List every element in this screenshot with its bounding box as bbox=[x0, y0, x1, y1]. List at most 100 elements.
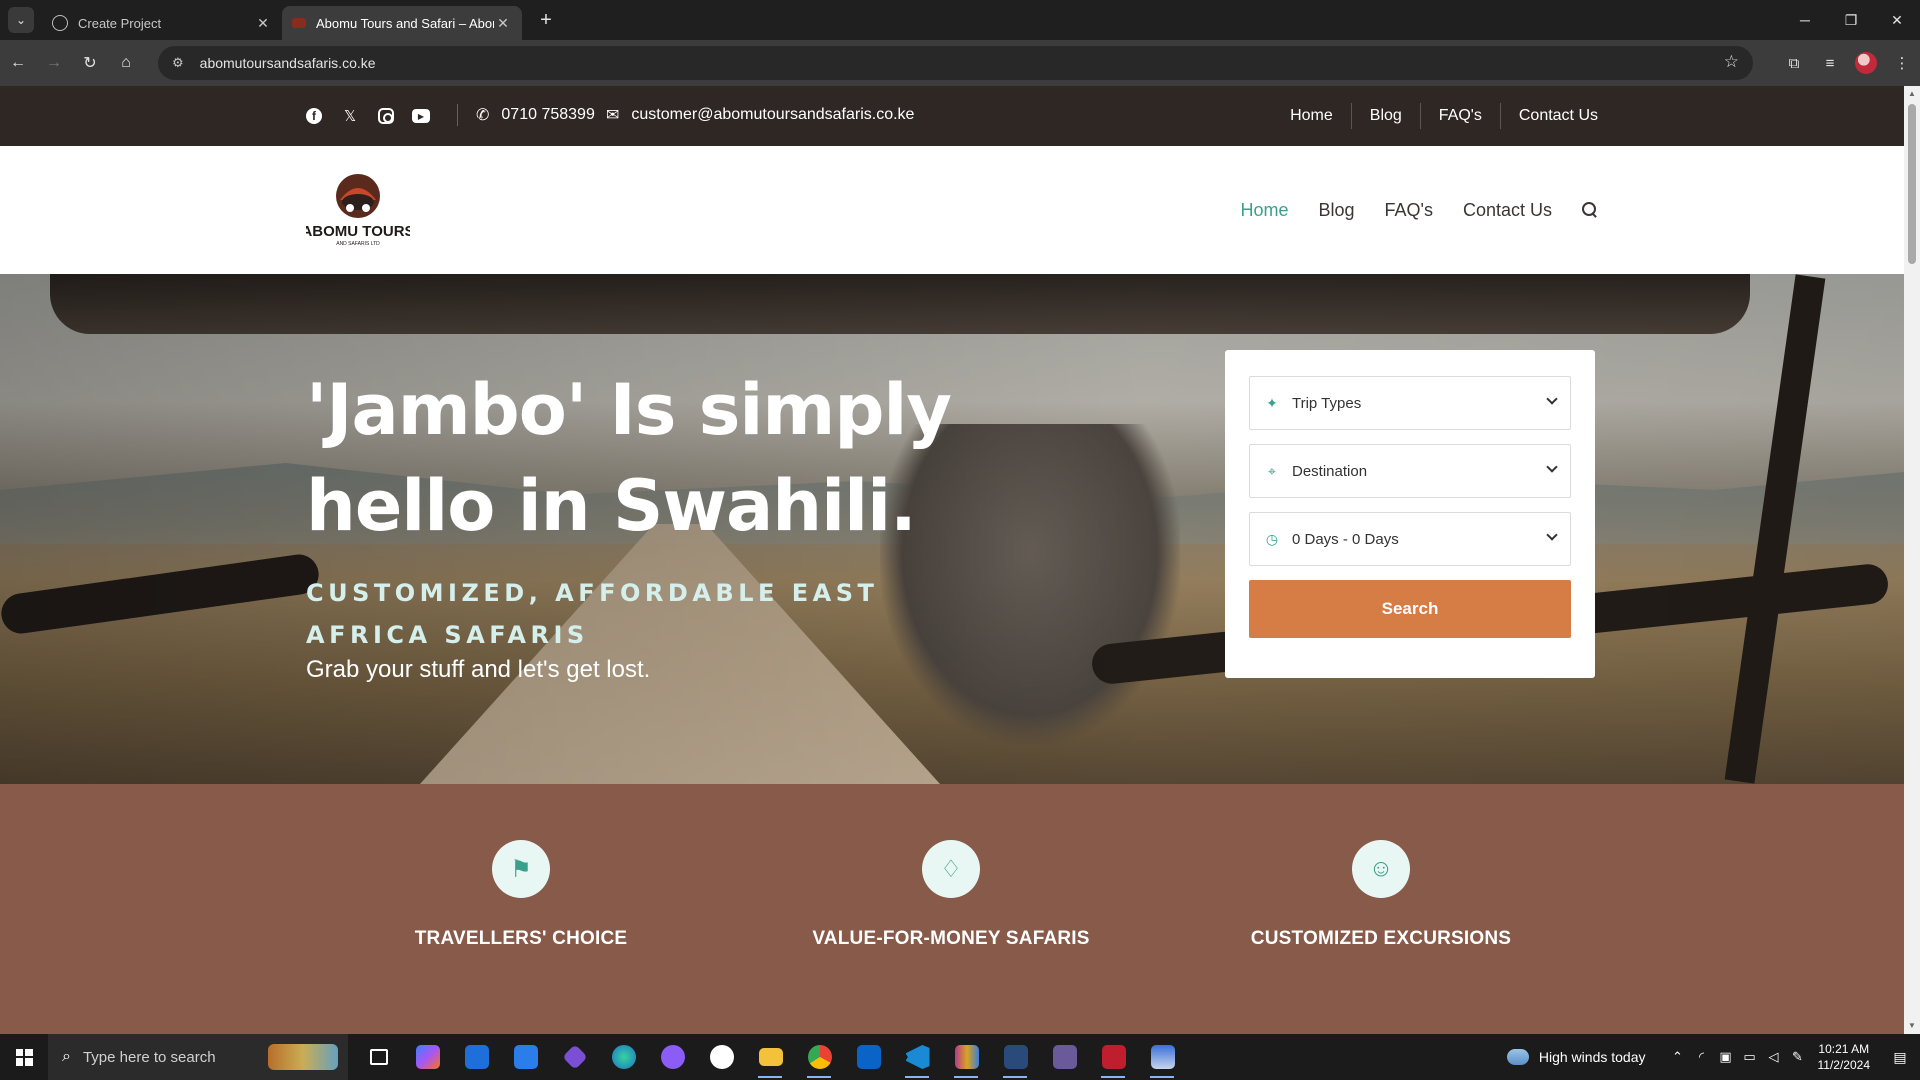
visual-studio-icon[interactable] bbox=[550, 1034, 599, 1080]
phone-contact[interactable]: ✆ 0710 758399 bbox=[476, 105, 595, 125]
chevron-up-icon[interactable]: ⌃ bbox=[1667, 1049, 1689, 1065]
mail-app-icon[interactable] bbox=[452, 1034, 501, 1080]
volume-icon[interactable]: ◁ bbox=[1763, 1049, 1785, 1065]
filezilla-icon[interactable] bbox=[1089, 1034, 1138, 1080]
tab-create-project[interactable]: Create Project ✕ bbox=[42, 6, 282, 40]
page-scrollbar[interactable]: ▲ ▼ bbox=[1904, 86, 1920, 1034]
battery-icon[interactable]: ▭ bbox=[1739, 1049, 1761, 1065]
location-pin-icon: ⌖ bbox=[1268, 462, 1276, 479]
copilot-icon[interactable] bbox=[403, 1034, 452, 1080]
tab-search-button[interactable]: ⌄ bbox=[8, 7, 34, 33]
network-icon[interactable]: ◜ bbox=[1691, 1049, 1713, 1065]
edge-icon[interactable] bbox=[599, 1034, 648, 1080]
site-info-icon[interactable]: ⚙ bbox=[172, 55, 184, 71]
top-nav-faqs[interactable]: FAQ's bbox=[1419, 103, 1500, 129]
address-bar[interactable]: ⚙ abomutoursandsafaris.co.ke ☆ bbox=[158, 46, 1753, 80]
weather-text: High winds today bbox=[1538, 1049, 1646, 1065]
top-nav-home[interactable]: Home bbox=[1272, 103, 1351, 129]
store-icon[interactable] bbox=[501, 1034, 550, 1080]
clock-icon: ◷ bbox=[1265, 530, 1279, 547]
forward-button[interactable]: → bbox=[36, 45, 72, 81]
abomu-logo[interactable]: ABOMU TOURS AND SAFARIS LTD bbox=[306, 170, 410, 250]
notifications-icon[interactable]: ▤ bbox=[1880, 1034, 1920, 1080]
media-controls-icon[interactable]: ≡ bbox=[1812, 45, 1848, 81]
file-explorer-icon[interactable] bbox=[746, 1034, 795, 1080]
nav-contact[interactable]: Contact Us bbox=[1463, 200, 1552, 221]
duration-value: 0 Days - 0 Days bbox=[1292, 530, 1399, 548]
toolbar-actions: ⧉ ≡ ⋮ bbox=[1776, 40, 1920, 86]
start-button[interactable] bbox=[0, 1034, 48, 1080]
clock-time: 10:21 AM bbox=[1818, 1042, 1870, 1056]
phone-number: 0710 758399 bbox=[501, 106, 595, 123]
reload-button[interactable]: ↻ bbox=[72, 45, 108, 81]
tab-title: Abomu Tours and Safari – Abomu bbox=[316, 15, 494, 31]
duration-select[interactable]: ◷ 0 Days - 0 Days bbox=[1249, 512, 1571, 566]
nav-faqs[interactable]: FAQ's bbox=[1385, 200, 1433, 221]
hero-subtitle: CUSTOMIZED, AFFORDABLE EAST AFRICA SAFAR… bbox=[306, 579, 879, 649]
email-address: customer@abomutoursandsafaris.co.ke bbox=[631, 106, 915, 123]
feature-travellers-choice: ⚑ TRAVELLERS' CHOICE bbox=[341, 840, 701, 950]
top-nav: Home Blog FAQ's Contact Us bbox=[1272, 86, 1598, 146]
taskbar-search[interactable]: ⌕ Type here to search bbox=[48, 1034, 348, 1080]
minimize-button[interactable]: ─ bbox=[1782, 0, 1828, 40]
back-button[interactable]: ← bbox=[0, 45, 36, 81]
home-button[interactable]: ⌂ bbox=[108, 45, 144, 81]
restore-button[interactable]: ❐ bbox=[1828, 0, 1874, 40]
balloon-icon: ♢ bbox=[922, 840, 980, 898]
social-links: f 𝕏 ▶ bbox=[306, 106, 430, 126]
x-twitter-icon[interactable]: 𝕏 bbox=[340, 106, 360, 126]
system-tray: High winds today ⌃ ◜ ▣ ▭ ◁ ✎ 10:21 AM 11… bbox=[1506, 1034, 1920, 1080]
email-contact[interactable]: ✉ customer@abomutoursandsafaris.co.ke bbox=[606, 105, 914, 125]
tab-title: Create Project bbox=[78, 15, 162, 31]
menu-icon[interactable]: ⋮ bbox=[1884, 45, 1920, 81]
scroll-up-arrow-icon[interactable]: ▲ bbox=[1904, 86, 1920, 102]
extensions-icon[interactable]: ⧉ bbox=[1776, 45, 1812, 81]
main-header: ABOMU TOURS AND SAFARIS LTD Home Blog FA… bbox=[0, 146, 1904, 274]
outlook-icon[interactable] bbox=[844, 1034, 893, 1080]
top-nav-contact[interactable]: Contact Us bbox=[1499, 103, 1598, 129]
close-icon[interactable]: ✕ bbox=[254, 15, 272, 32]
youtube-icon[interactable]: ▶ bbox=[412, 109, 430, 123]
new-tab-button[interactable]: + bbox=[532, 6, 560, 34]
top-nav-blog[interactable]: Blog bbox=[1350, 103, 1420, 129]
remote-desktop-icon[interactable] bbox=[1138, 1034, 1187, 1080]
winrar-icon[interactable] bbox=[942, 1034, 991, 1080]
hero-section: 'Jambo' Is simply hello in Swahili. CUST… bbox=[0, 274, 1904, 784]
close-window-button[interactable]: ✕ bbox=[1874, 0, 1920, 40]
sql-server-icon[interactable] bbox=[991, 1034, 1040, 1080]
profile-avatar[interactable] bbox=[1848, 45, 1884, 81]
window-controls: ─ ❐ ✕ bbox=[1782, 0, 1920, 40]
hero-title: 'Jambo' Is simply hello in Swahili. bbox=[306, 369, 952, 547]
search-button[interactable]: Search bbox=[1249, 580, 1571, 638]
nav-blog[interactable]: Blog bbox=[1318, 200, 1354, 221]
n-app-icon[interactable] bbox=[697, 1034, 746, 1080]
bookmark-star-icon[interactable]: ☆ bbox=[1724, 52, 1739, 72]
pen-icon[interactable]: ✎ bbox=[1787, 1049, 1809, 1065]
weather-widget[interactable]: High winds today bbox=[1506, 1049, 1646, 1065]
nav-home[interactable]: Home bbox=[1240, 200, 1288, 221]
scroll-down-arrow-icon[interactable]: ▼ bbox=[1904, 1018, 1920, 1034]
search-icon[interactable] bbox=[1582, 202, 1598, 218]
sheep-app-icon[interactable] bbox=[1040, 1034, 1089, 1080]
chrome-icon[interactable] bbox=[795, 1034, 844, 1080]
trip-types-select[interactable]: ✦ Trip Types bbox=[1249, 376, 1571, 430]
trip-types-value: Trip Types bbox=[1292, 394, 1362, 412]
browser-toolbar: ← → ↻ ⌂ ⚙ abomutoursandsafaris.co.ke ☆ ⧉… bbox=[0, 40, 1920, 86]
close-icon[interactable]: ✕ bbox=[494, 15, 512, 32]
taskbar-clock[interactable]: 10:21 AM 11/2/2024 bbox=[1818, 1041, 1871, 1073]
vscode-icon[interactable] bbox=[893, 1034, 942, 1080]
game-app-icon[interactable] bbox=[648, 1034, 697, 1080]
tab-abomu-tours[interactable]: Abomu Tours and Safari – Abomu ✕ bbox=[282, 6, 522, 40]
instagram-icon[interactable] bbox=[378, 108, 394, 124]
facebook-icon[interactable]: f bbox=[306, 108, 322, 124]
task-view-icon[interactable] bbox=[354, 1034, 403, 1080]
scrollbar-thumb[interactable] bbox=[1908, 104, 1916, 264]
feature-label: CUSTOMIZED EXCURSIONS bbox=[1250, 928, 1512, 949]
chevron-down-icon bbox=[1546, 393, 1558, 405]
feature-label: VALUE-FOR-MONEY SAFARIS bbox=[812, 928, 1090, 949]
logo-subtext: AND SAFARIS LTD bbox=[336, 241, 380, 247]
site-favicon-icon bbox=[292, 18, 306, 28]
meet-now-icon[interactable]: ▣ bbox=[1715, 1049, 1737, 1065]
destination-select[interactable]: ⌖ Destination bbox=[1249, 444, 1571, 498]
feature-value-for-money: ♢ VALUE-FOR-MONEY SAFARIS bbox=[771, 840, 1131, 950]
